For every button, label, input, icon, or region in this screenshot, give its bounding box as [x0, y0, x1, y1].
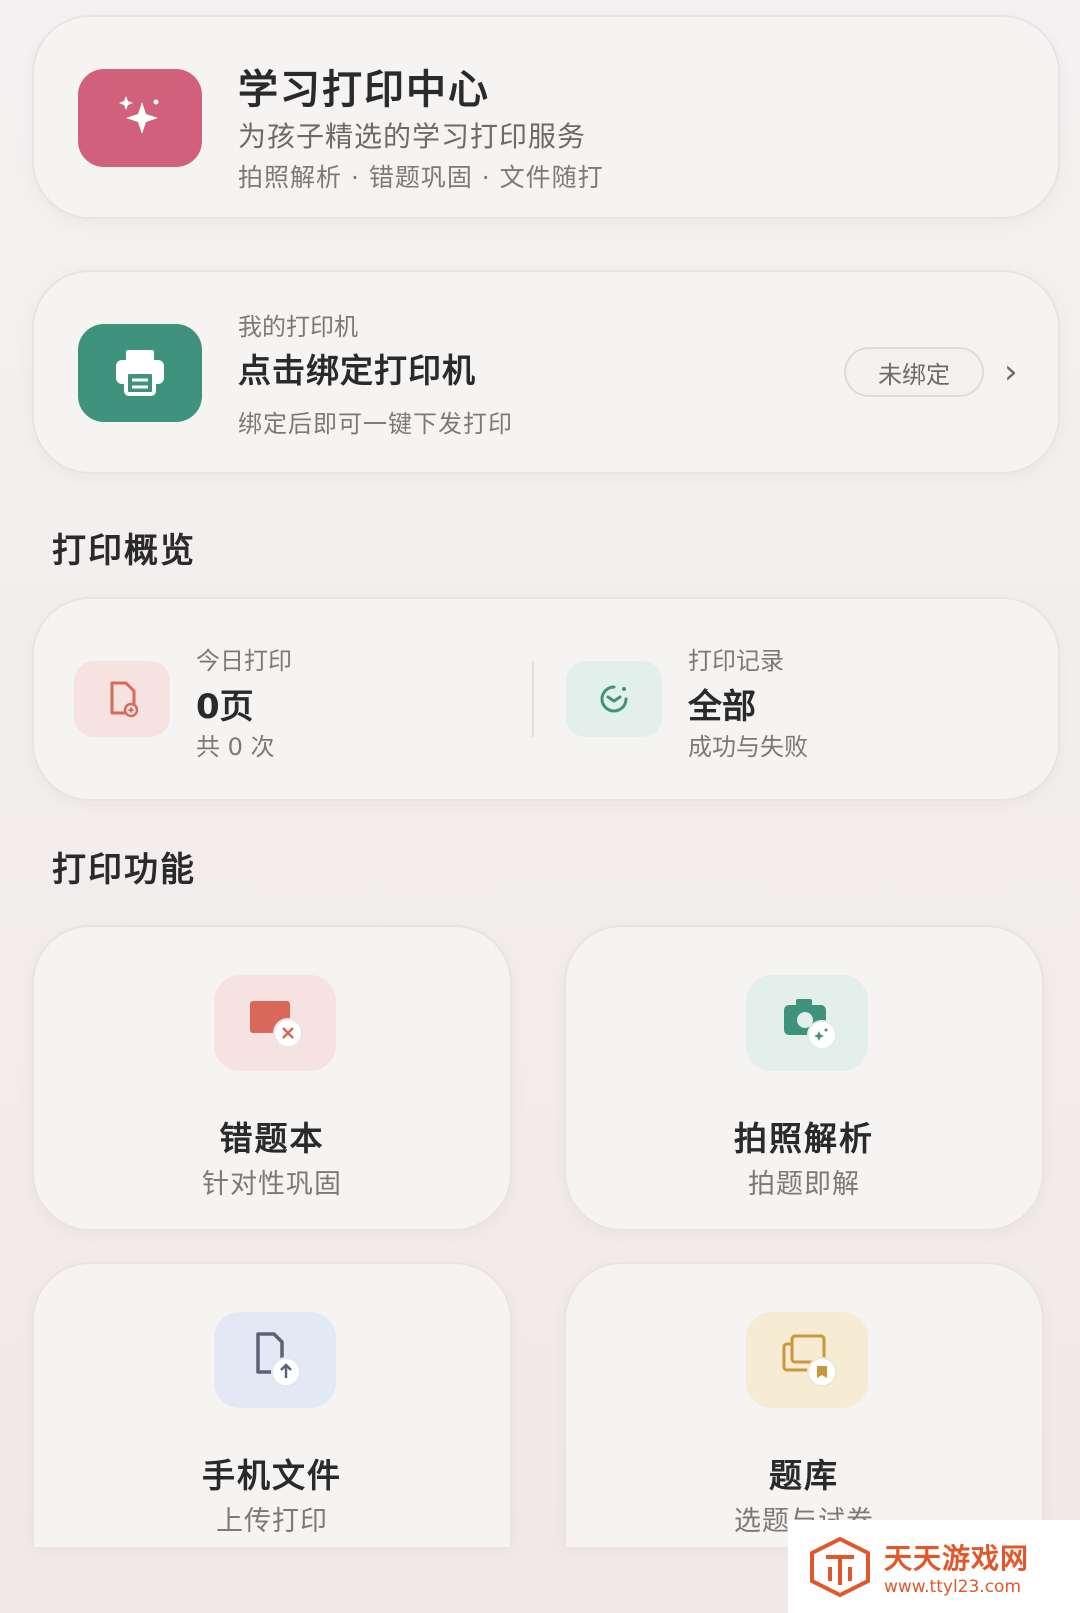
divider — [532, 661, 534, 737]
feature-photo-analysis[interactable]: 拍照解析 拍题即解 — [564, 925, 1044, 1231]
printer-title: 点击绑定打印机 — [238, 351, 476, 390]
feature-title: 错题本 — [219, 1119, 325, 1158]
camera-sparkle-icon — [746, 975, 868, 1071]
sparkle-icon — [78, 69, 202, 167]
feature-subtitle: 针对性巩固 — [202, 1169, 342, 1200]
hero-title: 学习打印中心 — [238, 67, 490, 113]
print-records-sub: 成功与失败 — [688, 733, 808, 761]
document-add-icon — [74, 661, 170, 737]
printer-icon — [78, 324, 202, 422]
print-records-label: 打印记录 — [688, 647, 784, 675]
wrong-answer-icon — [214, 975, 336, 1071]
feature-phone-files[interactable]: 手机文件 上传打印 — [32, 1262, 512, 1547]
today-print-label: 今日打印 — [196, 647, 292, 675]
overview-card: 今日打印 0页 共 0 次 打印记录 全部 成功与失败 — [32, 597, 1060, 801]
site-watermark: 天天游戏网 www.ttyl23.com — [788, 1520, 1080, 1613]
watermark-brand: 天天游戏网 — [884, 1541, 1030, 1575]
today-print-value: 0页 — [196, 687, 254, 727]
feature-question-bank[interactable]: 题库 选题与试卷 — [564, 1262, 1044, 1547]
bind-printer-card[interactable]: 我的打印机 点击绑定打印机 绑定后即可一键下发打印 未绑定 › — [32, 270, 1060, 474]
today-print-count: 共 0 次 — [196, 733, 275, 761]
status-badge: 未绑定 — [844, 347, 984, 397]
feature-subtitle: 上传打印 — [216, 1506, 328, 1537]
features-section-title: 打印功能 — [52, 850, 196, 890]
hero-card: 学习打印中心 为孩子精选的学习打印服务 拍照解析 · 错题巩固 · 文件随打 — [32, 15, 1060, 219]
feature-title: 题库 — [769, 1456, 839, 1495]
watermark-url: www.ttyl23.com — [884, 1576, 1022, 1597]
feature-wrong-answer-book[interactable]: 错题本 针对性巩固 — [32, 925, 512, 1231]
history-clock-icon[interactable] — [566, 661, 662, 737]
print-records-value[interactable]: 全部 — [688, 679, 756, 728]
chevron-right-icon: › — [1004, 352, 1018, 392]
printer-subtitle: 绑定后即可一键下发打印 — [238, 410, 513, 438]
feature-title: 手机文件 — [202, 1456, 342, 1495]
feature-subtitle: 拍题即解 — [748, 1169, 860, 1200]
feature-title: 拍照解析 — [734, 1119, 874, 1158]
hero-tags: 拍照解析 · 错题巩固 · 文件随打 — [238, 163, 604, 192]
question-bank-icon — [746, 1312, 868, 1408]
hero-subtitle: 为孩子精选的学习打印服务 — [238, 120, 587, 153]
watermark-logo-icon — [810, 1536, 870, 1597]
file-upload-icon — [214, 1312, 336, 1408]
printer-label: 我的打印机 — [238, 313, 358, 341]
overview-section-title: 打印概览 — [52, 531, 196, 571]
